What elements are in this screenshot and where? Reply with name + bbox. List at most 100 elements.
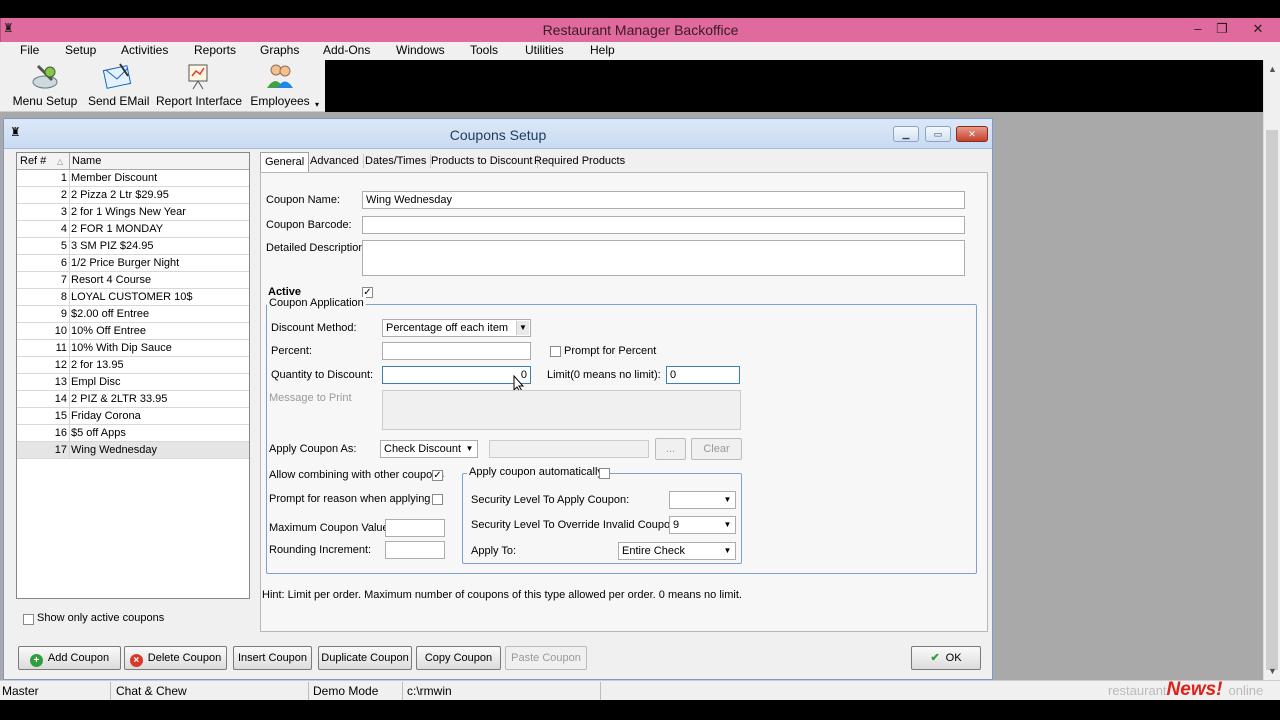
envelope-icon (102, 63, 132, 89)
menu-graphs[interactable]: Graphs (257, 43, 302, 57)
ok-label: OK (945, 652, 962, 664)
limit-label: Limit(0 means no limit): (547, 369, 661, 381)
menu-windows[interactable]: Windows (393, 43, 448, 57)
auto-apply-checkbox[interactable] (599, 468, 610, 479)
dialog-title-bar: ♜ Coupons Setup ▁ ▭ ✕ (4, 119, 992, 149)
percent-input[interactable] (382, 342, 531, 360)
clear-button[interactable]: Clear (691, 438, 742, 460)
list-item[interactable]: 3 2 for 1 Wings New Year (17, 204, 249, 221)
minimize-icon[interactable]: – (1187, 20, 1209, 38)
limit-input[interactable]: 0 (666, 366, 740, 384)
menu-activities[interactable]: Activities (118, 43, 171, 57)
list-item[interactable]: 2 2 Pizza 2 Ltr $29.95 (17, 187, 249, 204)
list-item[interactable]: 5 3 SM PIZ $24.95 (17, 238, 249, 255)
status-user: Master (2, 684, 39, 698)
list-item[interactable]: 13 Empl Disc (17, 374, 249, 391)
dialog-minimize-icon[interactable]: ▁ (893, 126, 919, 142)
list-item[interactable]: 6 1/2 Price Burger Night (17, 255, 249, 272)
menu-setup-label: Menu Setup (12, 94, 78, 108)
close-icon[interactable]: ✕ (1247, 20, 1269, 38)
list-item[interactable]: 15 Friday Corona (17, 408, 249, 425)
restaurant-news-logo: restaurantNews! online (1108, 679, 1264, 700)
apply-automatically-group: Apply coupon automatically Security Leve… (462, 466, 742, 564)
menu-setup[interactable]: Setup (62, 43, 99, 57)
add-coupon-button[interactable]: + Add Coupon (18, 646, 121, 670)
list-item-ref: 6 (60, 257, 67, 269)
menu-addons[interactable]: Add-Ons (320, 43, 373, 57)
list-item[interactable]: 11 10% With Dip Sauce (17, 340, 249, 357)
security-apply-select[interactable]: ▼ (669, 491, 736, 509)
restore-icon[interactable]: ❐ (1211, 20, 1233, 38)
list-item[interactable]: 17 Wing Wednesday (17, 442, 249, 459)
report-interface-button[interactable]: Report Interface (156, 62, 242, 110)
menu-bar: File Setup Activities Reports Graphs Add… (0, 42, 1280, 60)
detailed-description-input[interactable] (362, 240, 965, 276)
copy-coupon-button[interactable]: Copy Coupon (416, 646, 501, 670)
menu-reports[interactable]: Reports (191, 43, 239, 57)
rounding-input[interactable] (385, 541, 445, 559)
coupon-barcode-input[interactable] (362, 216, 965, 234)
paste-coupon-button[interactable]: Paste Coupon (505, 646, 587, 670)
dialog-close-icon[interactable]: ✕ (956, 126, 988, 142)
dialog-maximize-icon[interactable]: ▭ (925, 126, 951, 142)
ok-button[interactable]: ✔ OK (911, 646, 981, 670)
chevron-down-icon: ▼ (463, 442, 476, 456)
list-item-ref: 11 (55, 342, 67, 354)
security-override-select[interactable]: 9 ▼ (669, 516, 736, 534)
scroll-thumb[interactable] (1266, 130, 1278, 670)
show-active-checkbox[interactable] (23, 614, 34, 625)
menu-tools[interactable]: Tools (467, 43, 501, 57)
apply-to-select[interactable]: Entire Check ▼ (618, 542, 736, 560)
delete-coupon-button[interactable]: × Delete Coupon (124, 646, 227, 670)
toolbar-overflow-icon[interactable]: ▾ (315, 100, 319, 109)
tab-required-products[interactable]: Required Products (530, 154, 629, 168)
menu-file[interactable]: File (17, 43, 42, 57)
send-email-button[interactable]: Send EMail (88, 62, 149, 110)
scroll-up-icon[interactable]: ▲ (1268, 64, 1277, 74)
tab-dates-times[interactable]: Dates/Times (361, 154, 432, 168)
menu-utilities[interactable]: Utilities (522, 43, 567, 57)
allow-combining-checkbox[interactable]: ✓ (432, 470, 443, 481)
browse-button[interactable]: ... (655, 438, 686, 460)
prompt-for-percent-checkbox[interactable] (550, 346, 561, 357)
list-item[interactable]: 8 LOYAL CUSTOMER 10$ (17, 289, 249, 306)
max-value-input[interactable] (385, 519, 445, 537)
duplicate-coupon-button[interactable]: Duplicate Coupon (318, 646, 412, 670)
apply-as-select[interactable]: Check Discount ▼ (380, 440, 478, 458)
tab-general[interactable]: General (260, 152, 310, 173)
list-item[interactable]: 9 $2.00 off Entree (17, 306, 249, 323)
menu-help[interactable]: Help (587, 43, 618, 57)
discount-method-select[interactable]: Percentage off each item ▼ (382, 319, 531, 337)
hint-text: Hint: Limit per order. Maximum number of… (262, 589, 742, 601)
list-item[interactable]: 14 2 PIZ & 2LTR 33.95 (17, 391, 249, 408)
main-vertical-scrollbar[interactable]: ▲ ▼ (1263, 60, 1280, 680)
list-item[interactable]: 16 $5 off Apps (17, 425, 249, 442)
coupon-application-title: Coupon Application (267, 297, 366, 309)
col-name-header[interactable]: Name (72, 155, 101, 167)
list-item-name: Wing Wednesday (71, 444, 158, 456)
tab-products-to-discount[interactable]: Products to Discount (427, 154, 538, 168)
menu-setup-button[interactable]: Menu Setup (12, 62, 78, 110)
insert-coupon-button[interactable]: Insert Coupon (233, 646, 312, 670)
list-item[interactable]: 7 Resort 4 Course (17, 272, 249, 289)
coupon-list[interactable]: Ref # △ Name 1 Member Discount 2 2 Pizza 2 … (16, 152, 250, 625)
list-item-ref: 16 (54, 427, 67, 439)
message-to-print-input (382, 390, 741, 430)
col-ref-header[interactable]: Ref # (20, 155, 46, 167)
list-item[interactable]: 12 2 for 13.95 (17, 357, 249, 374)
discount-method-value: Percentage off each item (386, 322, 509, 334)
list-item[interactable]: 1 Member Discount (17, 170, 249, 187)
tab-advanced[interactable]: Advanced (306, 154, 364, 168)
employees-button[interactable]: Employees (250, 62, 310, 110)
prompt-reason-checkbox[interactable] (432, 494, 443, 505)
list-item-ref: 1 (60, 172, 67, 184)
coupon-name-label: Coupon Name: (266, 194, 340, 206)
list-item[interactable]: 4 2 FOR 1 MONDAY (17, 221, 249, 238)
apply-as-detail-input (489, 440, 649, 458)
add-coupon-label: Add Coupon (47, 652, 110, 664)
coupon-name-input[interactable]: Wing Wednesday (362, 191, 965, 209)
list-item[interactable]: 10 10% Off Entree (17, 323, 249, 340)
max-value-label: Maximum Coupon Value: (269, 522, 392, 534)
quantity-input[interactable]: 0 (382, 366, 531, 384)
scroll-down-icon[interactable]: ▼ (1268, 666, 1277, 676)
